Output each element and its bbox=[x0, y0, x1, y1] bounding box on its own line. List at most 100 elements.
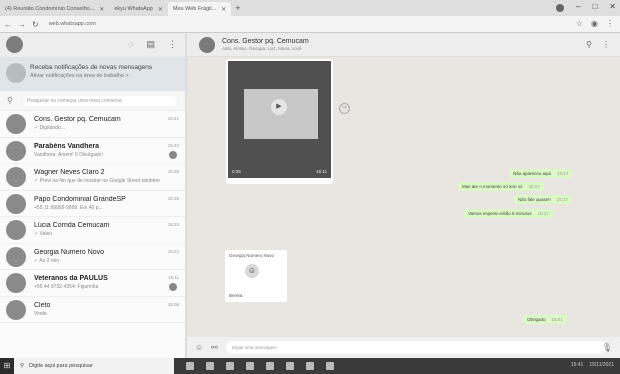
chat-list-item[interactable]: Lúcia Corrida Cemucam ✓ Valeu 15:33 bbox=[0, 217, 185, 244]
chat-list-item[interactable]: Cleto Vinde 15:08 bbox=[0, 297, 185, 323]
chat-time: 15:08 bbox=[167, 301, 179, 307]
chat-list-item[interactable]: Georgia Numero Novo ✓ Ao 2 min 15:22 bbox=[0, 244, 185, 270]
avatar[interactable] bbox=[6, 36, 23, 53]
incoming-sticker-message[interactable]: Georgia Numero Novo ☺ Bereta bbox=[225, 250, 287, 302]
menu-icon[interactable]: ⋮ bbox=[602, 40, 610, 49]
message-text: Mas ate o momento só tem só bbox=[462, 184, 523, 189]
search-icon[interactable]: ⚲ bbox=[586, 40, 592, 49]
system-tray: 15:41 15/11/2021 bbox=[571, 362, 614, 368]
chat-list-item[interactable]: Cons. Gestor pq. Cemucam ✓ Digitando... … bbox=[0, 111, 185, 138]
microphone-icon[interactable]: 🎙 bbox=[602, 343, 612, 352]
chat-time: 15:11 bbox=[168, 275, 179, 280]
chat-sidebar: ◌ ▤ ⋮ Receba notificações de novas mensa… bbox=[0, 33, 186, 358]
app-icon[interactable] bbox=[306, 362, 314, 370]
notification-banner[interactable]: Receba notificações de novas mensagens A… bbox=[0, 57, 185, 91]
new-tab-icon[interactable]: + bbox=[235, 3, 240, 13]
star-icon[interactable]: ☆ bbox=[576, 19, 583, 28]
reload-icon[interactable]: ↻ bbox=[32, 20, 39, 29]
outgoing-message[interactable]: Obrigado 15:41 bbox=[523, 315, 567, 324]
chat-preview: ✓ Ao 2 min bbox=[34, 257, 60, 264]
browser-tab-3[interactable]: Meu Web Frágil... ✕ bbox=[167, 2, 232, 16]
close-window-icon[interactable]: ✕ bbox=[609, 2, 616, 12]
message-time: 15:41 bbox=[551, 317, 563, 322]
message-time: 15:17 bbox=[537, 211, 549, 216]
app-icon[interactable] bbox=[326, 362, 334, 370]
avatar bbox=[6, 140, 26, 161]
taskbar-date[interactable]: 15/11/2021 bbox=[589, 362, 614, 368]
message-time: 15:17 bbox=[557, 171, 569, 176]
chat-preview: Vandhera: Amém! 6 Divulgado! bbox=[34, 151, 103, 158]
close-icon[interactable]: ✕ bbox=[221, 6, 226, 13]
browser-tab-1[interactable]: (4) Reunião Condomínio Conselho... ✕ bbox=[0, 2, 109, 16]
message-text: Não apareceu aqui bbox=[513, 171, 552, 176]
play-icon[interactable]: ▶ bbox=[271, 99, 287, 115]
profile-icon[interactable] bbox=[556, 4, 564, 12]
outgoing-message[interactable]: Não apareceu aqui 15:17 bbox=[509, 169, 573, 178]
tab-label: ekyu WhatsApp bbox=[114, 6, 153, 12]
back-icon[interactable]: ← bbox=[4, 20, 12, 29]
chrome-icon[interactable] bbox=[286, 362, 294, 370]
notification-link[interactable]: Ativar notificações na área de trabalho … bbox=[30, 73, 185, 79]
avatar bbox=[6, 246, 26, 267]
chat-list-item[interactable]: Papo Condominial GrandeSP +55 11 99999-9… bbox=[0, 191, 185, 217]
chat-name: Cleto bbox=[34, 301, 51, 309]
chat-list-item[interactable]: Veteranos da PAULUS +55 44 9732-4354: Fi… bbox=[0, 270, 185, 297]
outgoing-message[interactable]: Vamos esperar então 5 minutos 15:17 bbox=[464, 209, 553, 218]
attach-icon[interactable]: ⚯ bbox=[211, 343, 218, 352]
close-icon[interactable]: ✕ bbox=[99, 6, 104, 13]
chat-list-item[interactable]: Parabéns Vandhera Vandhera: Amém! 6 Divu… bbox=[0, 138, 185, 164]
conversation-title: Cons. Gestor pq. Cemucam bbox=[222, 38, 309, 45]
search-icon: ⚲ bbox=[20, 363, 25, 369]
forward-icon[interactable]: → bbox=[18, 20, 26, 29]
chat-time: 15:35 bbox=[167, 195, 179, 201]
start-button[interactable]: ⊞ bbox=[0, 358, 14, 374]
windows-taskbar: ⊞ ⚲ Digite aqui para pesquisar 15:41 15/… bbox=[0, 358, 620, 374]
close-icon[interactable]: ✕ bbox=[158, 6, 163, 13]
video-duration: 0:35 bbox=[232, 169, 241, 174]
chat-preview: ✓ Digitando... bbox=[34, 125, 65, 131]
chat-time: 15:41 bbox=[167, 116, 179, 121]
chat-list-item[interactable]: Wagner Neves Claro 2 ✓ Previ na fim que … bbox=[0, 164, 185, 191]
video-thumbnail: ▶ 0:35 15:11 bbox=[228, 61, 331, 178]
outgoing-message[interactable]: Mas ate o momento só tem só 15:17 bbox=[458, 182, 544, 191]
menu-icon[interactable]: ⋮ bbox=[168, 39, 177, 50]
taskbar-search[interactable]: ⚲ Digite aqui para pesquisar bbox=[14, 358, 174, 374]
mail-icon[interactable] bbox=[266, 362, 274, 370]
browser-tab-2[interactable]: ekyu WhatsApp ✕ bbox=[109, 2, 168, 16]
explorer-icon[interactable] bbox=[226, 362, 234, 370]
maximize-icon[interactable]: □ bbox=[592, 2, 597, 12]
chat-preview: ✓ Valeu bbox=[34, 231, 52, 237]
minimize-icon[interactable]: – bbox=[576, 2, 580, 12]
new-chat-icon[interactable]: ▤ bbox=[146, 39, 155, 50]
chat-time: 15:22 bbox=[167, 248, 179, 254]
browser-icon[interactable] bbox=[206, 362, 214, 370]
chat-preview: ✓ Previ na fim que de mostrar no Google … bbox=[34, 178, 160, 184]
sticker-emoji-icon: ☺ bbox=[245, 264, 259, 278]
conversation-header[interactable]: Cons. Gestor pq. Cemucam Aldo, Aloisio, … bbox=[187, 33, 620, 57]
taskbar-search-text: Digite aqui para pesquisar bbox=[29, 363, 93, 369]
conversation-members: Aldo, Aloisio, Georgia, Luiz, Maria, voc… bbox=[222, 46, 302, 51]
message-text: Não fale quase!! bbox=[518, 197, 551, 202]
message-input[interactable]: Digite uma mensagem bbox=[225, 341, 606, 354]
outgoing-message[interactable]: Não fale quase!! 15:17 bbox=[514, 195, 573, 204]
search-input[interactable]: Pesquisar ou começar uma nova conversa bbox=[22, 95, 177, 106]
chat-name: Wagner Neves Claro 2 bbox=[34, 169, 105, 176]
sender-name: Georgia Numero Novo bbox=[229, 253, 275, 258]
window-controls: – □ ✕ bbox=[556, 2, 616, 12]
menu-icon[interactable]: ⋮ bbox=[606, 19, 614, 28]
store-icon[interactable] bbox=[246, 362, 254, 370]
chat-time: 15:33 bbox=[167, 222, 179, 227]
tab-label: Meu Web Frágil... bbox=[172, 6, 217, 12]
status-icon[interactable]: ◌ bbox=[128, 39, 133, 50]
extension-icon[interactable]: ◉ bbox=[591, 19, 598, 28]
emoji-icon[interactable]: ☺ bbox=[195, 343, 203, 352]
video-message[interactable]: ▶ 0:35 15:11 bbox=[226, 59, 333, 184]
forward-icon[interactable]: ↪ bbox=[339, 103, 350, 114]
avatar bbox=[6, 167, 26, 187]
tab-label: (4) Reunião Condomínio Conselho... bbox=[5, 6, 95, 12]
taskbar-time[interactable]: 15:41 bbox=[571, 362, 584, 368]
message-caption: Bereta bbox=[229, 293, 243, 298]
chat-time: 15:40 bbox=[167, 142, 179, 148]
url-field[interactable]: web.whatsapp.com bbox=[49, 21, 96, 27]
task-view-icon[interactable] bbox=[186, 362, 194, 370]
